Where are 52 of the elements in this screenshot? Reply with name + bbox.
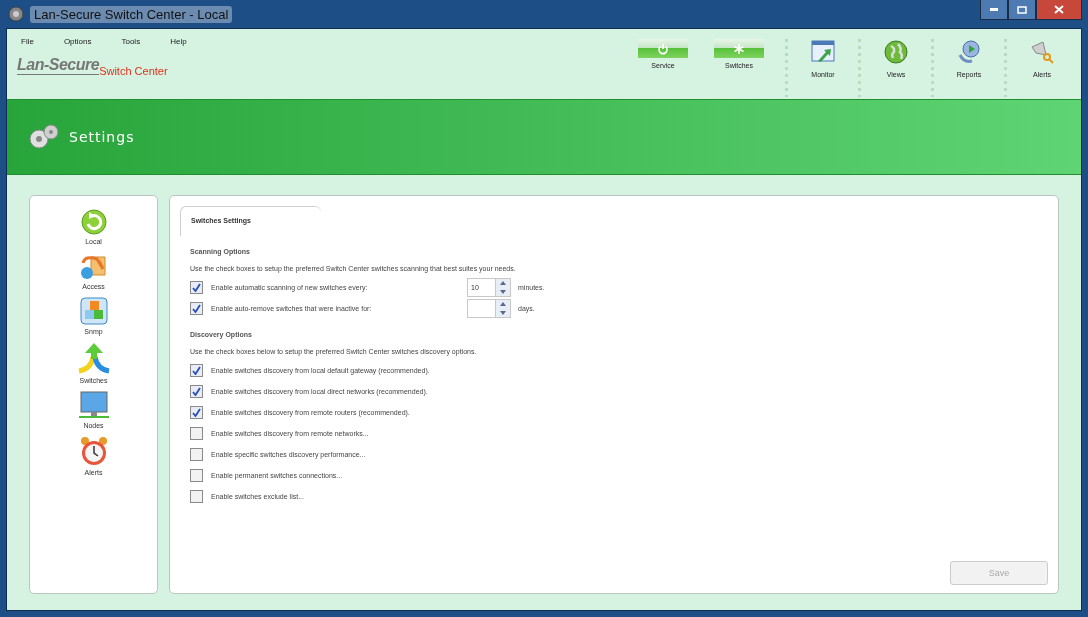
merge-arrow-icon [76,341,111,375]
reel-play-icon [956,39,982,65]
asterisk-icon [733,42,745,55]
checkbox[interactable] [190,490,203,503]
spin-down-button[interactable] [496,287,510,296]
down-arrow-icon [500,289,506,294]
window-title: Lan-Secure Switch Center - Local [30,5,233,23]
banner-title: Settings [69,129,135,145]
toggle-button[interactable] [714,39,764,58]
power-icon [657,42,669,55]
window-chart-icon [810,39,836,65]
checkbox[interactable] [190,385,203,398]
check-icon [192,283,201,292]
maximize-button[interactable] [1008,0,1036,20]
logo-brand: Lan-Secure [17,56,100,75]
close-icon [1054,5,1064,14]
logo-product: Switch Center [99,65,168,77]
checkbox[interactable] [190,281,203,294]
maximize-icon [1017,5,1027,14]
menu-item[interactable]: Help [170,37,187,46]
down-arrow-icon [500,310,506,315]
gears-icon [27,122,61,152]
check-icon [192,387,201,396]
menu-item[interactable]: Options [63,37,92,46]
number-field[interactable] [467,299,511,318]
checkbox[interactable] [190,406,203,419]
up-arrow-icon [500,302,506,307]
checkbox[interactable] [190,469,203,482]
check-icon [192,408,201,417]
spin-down-button[interactable] [496,308,510,317]
check-icon [192,366,201,375]
cubes-icon [78,296,109,326]
megaphone-icon [1029,39,1055,65]
checkbox[interactable] [190,427,203,440]
menu-item[interactable]: File [21,37,34,46]
alarm-clock-icon [78,435,109,467]
app-icon [8,6,24,22]
minimize-icon [990,8,998,11]
checkbox[interactable] [190,364,203,377]
globe-icon [883,39,909,65]
menu-item[interactable]: Tools [121,37,141,46]
spin-up-button[interactable] [496,300,510,309]
minimize-button[interactable] [980,0,1008,20]
refresh-icon [78,206,109,236]
spin-up-button[interactable] [496,279,510,288]
close-button[interactable] [1036,0,1082,20]
toggle-button[interactable] [638,39,688,58]
checkbox[interactable] [190,302,203,315]
up-arrow-icon [500,281,506,286]
monitor-icon [77,390,110,420]
check-icon [192,304,201,313]
checkbox[interactable] [190,448,203,461]
